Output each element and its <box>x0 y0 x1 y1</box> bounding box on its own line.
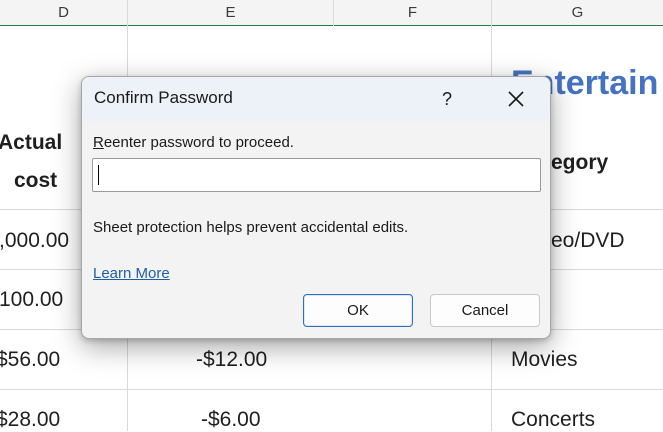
column-header-g[interactable]: G <box>492 0 663 26</box>
prompt-accelerator-letter: R <box>93 134 104 151</box>
cell-e-row4[interactable]: -$6.00 <box>201 408 261 432</box>
header-actual[interactable]: Actual <box>0 131 62 155</box>
cell-d-row1[interactable]: ,000.00 <box>0 229 69 253</box>
column-header-row: D E F G <box>0 0 663 26</box>
dialog-titlebar[interactable]: Confirm Password ? <box>82 77 550 121</box>
protection-info-text: Sheet protection helps prevent accidenta… <box>93 219 409 236</box>
confirm-password-dialog: Confirm Password ? Reenter password to p… <box>81 76 551 339</box>
password-prompt-label: Reenter password to proceed. <box>93 134 294 151</box>
cell-d-row2[interactable]: 100.00 <box>0 288 63 312</box>
cell-g-row1[interactable]: eo/DVD <box>551 229 625 253</box>
gridline <box>0 389 663 390</box>
close-button[interactable] <box>496 81 536 117</box>
header-cost[interactable]: cost <box>14 169 57 193</box>
dialog-title: Confirm Password <box>94 88 233 107</box>
close-icon <box>508 91 524 107</box>
header-category[interactable]: egory <box>551 151 608 175</box>
learn-more-link[interactable]: Learn More <box>93 265 170 282</box>
cell-g-row3[interactable]: Movies <box>511 348 578 372</box>
cell-d-row3[interactable]: $56.00 <box>0 348 60 372</box>
help-button[interactable]: ? <box>432 81 462 117</box>
cancel-button[interactable]: Cancel <box>430 294 540 327</box>
cell-d-row4[interactable]: $28.00 <box>0 408 60 432</box>
text-caret <box>98 165 99 185</box>
column-header-f[interactable]: F <box>334 0 492 26</box>
column-header-d[interactable]: D <box>0 0 128 26</box>
column-header-e[interactable]: E <box>128 0 334 26</box>
password-input[interactable] <box>92 158 541 192</box>
ok-button[interactable]: OK <box>303 294 413 327</box>
prompt-label-text: eenter password to proceed. <box>103 134 294 151</box>
cell-g-row4[interactable]: Concerts <box>511 408 595 432</box>
cell-e-row3[interactable]: -$12.00 <box>196 348 267 372</box>
